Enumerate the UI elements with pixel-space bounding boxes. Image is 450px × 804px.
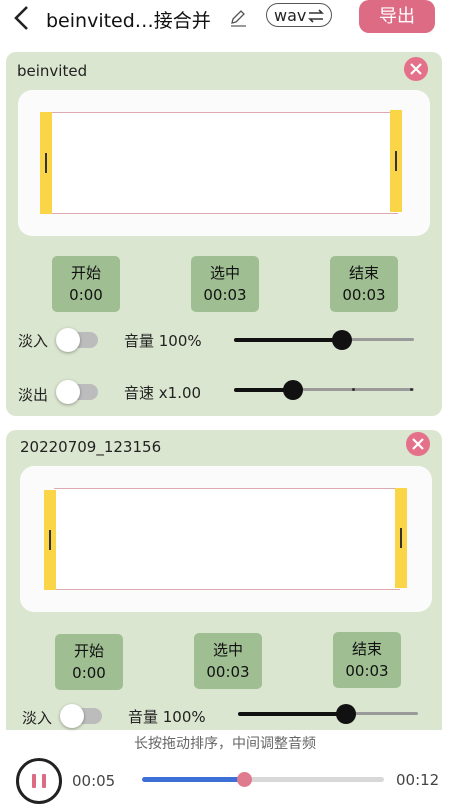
total-time: 00:12 — [396, 771, 440, 789]
fade-in-label: 淡入 — [18, 332, 49, 350]
select-label: 选中 — [209, 264, 240, 282]
close-icon — [410, 63, 422, 75]
project-title: beinvited…接合并 — [46, 10, 211, 32]
swap-icon — [308, 9, 324, 23]
fade-in-label: 淡入 — [22, 709, 53, 727]
end-label: 结束 — [351, 640, 382, 658]
fade-in-toggle[interactable] — [60, 704, 102, 728]
waveform[interactable] — [52, 112, 398, 214]
start-time-button[interactable]: 开始 0:00 — [55, 634, 123, 690]
current-time: 00:05 — [72, 772, 116, 790]
speed-slider-thumb[interactable] — [283, 380, 303, 400]
clip-card[interactable]: beinvited 开始 0:00 选中 00:03 结束 00:03 淡入 音… — [6, 52, 442, 416]
trim-end-handle[interactable] — [390, 110, 402, 212]
start-time: 0:00 — [72, 664, 106, 682]
volume-label: 音量 100% — [128, 708, 206, 726]
select-label: 选中 — [212, 641, 243, 659]
format-label: wav — [274, 6, 307, 25]
trim-start-handle[interactable] — [44, 490, 56, 590]
trim-start-handle[interactable] — [40, 112, 52, 214]
clip-name: beinvited — [17, 62, 88, 80]
clip-name: 20220709_123156 — [20, 438, 162, 456]
volume-slider-thumb[interactable] — [336, 704, 356, 724]
speed-label: 音速 x1.00 — [124, 384, 202, 402]
speed-tick — [352, 388, 355, 391]
pencil-icon — [231, 10, 246, 27]
speed-tick — [410, 388, 413, 391]
speed-slider[interactable] — [234, 378, 414, 402]
close-icon — [412, 438, 424, 450]
clip-card[interactable]: 20220709_123156 开始 0:00 选中 00:03 结束 00:0… — [6, 430, 442, 730]
export-button[interactable]: 导出 — [359, 0, 435, 33]
start-time: 0:00 — [69, 286, 103, 304]
fade-out-label: 淡出 — [18, 386, 49, 404]
end-time: 00:03 — [345, 662, 389, 680]
reorder-hint: 长按拖动排序，中间调整音频 — [134, 736, 316, 752]
end-label: 结束 — [348, 264, 379, 282]
fade-out-toggle[interactable] — [56, 380, 98, 404]
selected-time-button[interactable]: 选中 00:03 — [191, 256, 259, 312]
volume-slider[interactable] — [238, 702, 418, 726]
select-time: 00:03 — [203, 286, 247, 304]
edit-title-button[interactable] — [228, 8, 248, 28]
chevron-left-icon — [14, 6, 28, 30]
top-bar: beinvited…接合并 wav 导出 — [0, 0, 450, 40]
volume-slider[interactable] — [234, 328, 414, 352]
end-time-button[interactable]: 结束 00:03 — [333, 632, 401, 688]
waveform-panel — [20, 466, 432, 612]
playback-thumb[interactable] — [237, 772, 252, 787]
selected-time-button[interactable]: 选中 00:03 — [194, 633, 262, 689]
volume-slider-thumb[interactable] — [332, 330, 352, 350]
remove-clip-button[interactable] — [404, 57, 428, 81]
waveform[interactable] — [54, 488, 400, 590]
remove-clip-button[interactable] — [406, 432, 430, 456]
trim-end-handle[interactable] — [395, 488, 407, 588]
start-time-button[interactable]: 开始 0:00 — [52, 256, 120, 312]
start-label: 开始 — [73, 642, 104, 660]
end-time-button[interactable]: 结束 00:03 — [330, 256, 398, 312]
fade-in-toggle[interactable] — [56, 328, 98, 352]
playback-progress-bar[interactable] — [142, 770, 384, 790]
start-label: 开始 — [70, 264, 101, 282]
pause-button[interactable] — [16, 758, 62, 804]
format-toggle-button[interactable]: wav — [266, 3, 332, 27]
end-time: 00:03 — [342, 286, 386, 304]
volume-label: 音量 100% — [124, 332, 202, 350]
waveform-panel — [18, 90, 430, 236]
select-time: 00:03 — [206, 663, 250, 681]
back-button[interactable] — [10, 4, 40, 34]
